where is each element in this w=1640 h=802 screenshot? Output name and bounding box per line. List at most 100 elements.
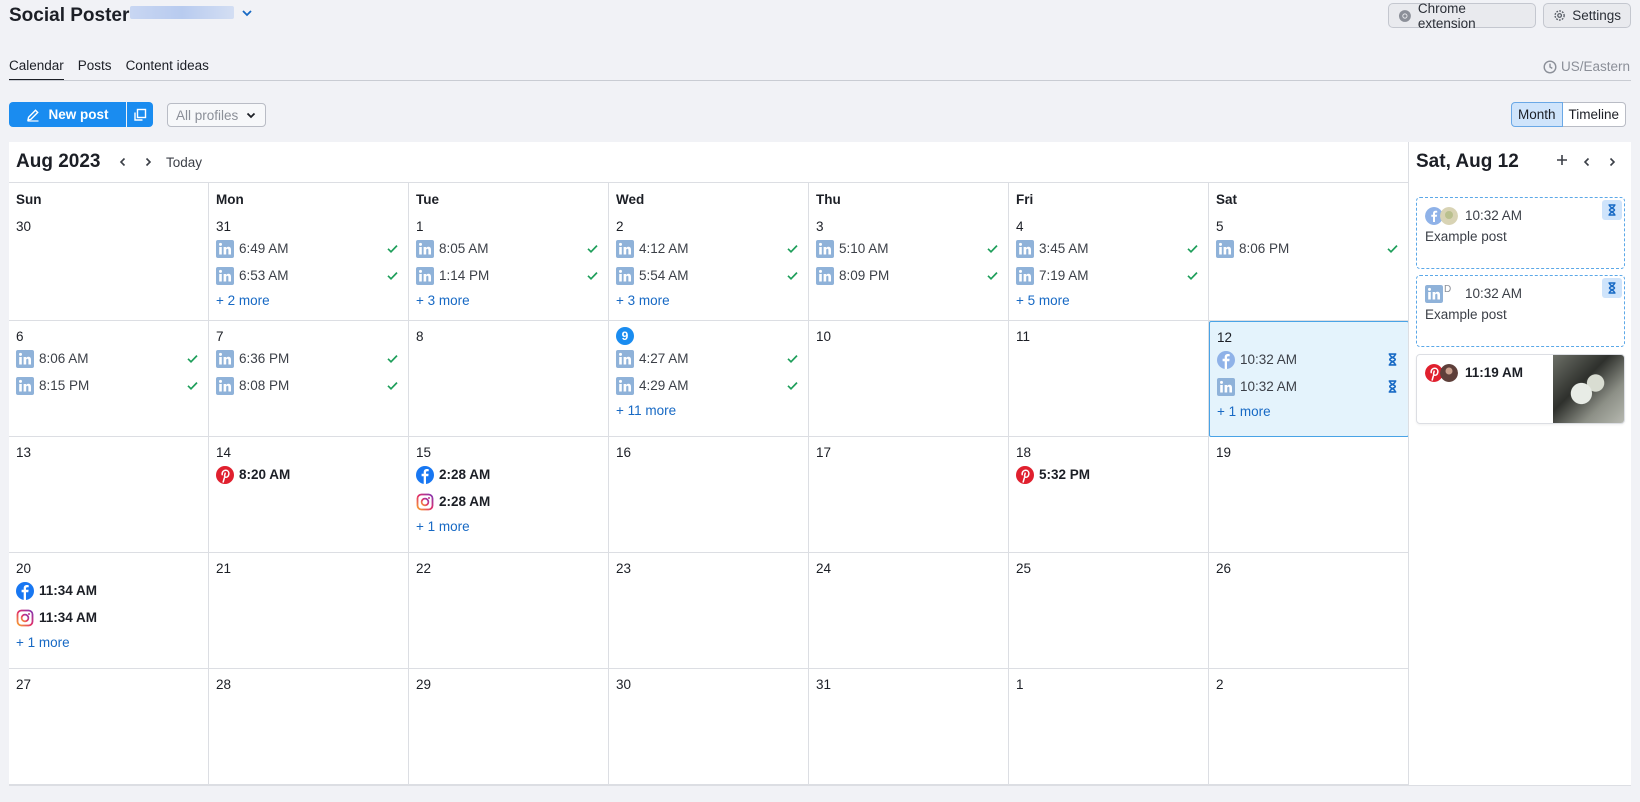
day-cell[interactable]: 25	[1009, 553, 1209, 669]
day-cell[interactable]: 20 11:34 AM 11:34 AM + 1 more	[9, 553, 209, 669]
plus-icon[interactable]	[1555, 153, 1569, 167]
chrome-extension-button[interactable]: Chrome extension	[1388, 1, 1536, 31]
day-cell[interactable]: 13	[9, 437, 209, 553]
project-selector[interactable]	[130, 6, 234, 19]
chevron-left-icon[interactable]	[117, 156, 129, 168]
calendar-post[interactable]: 7:19 AM	[1016, 262, 1201, 289]
day-cell[interactable]: Mon 31 6:49 AM 6:53 AM + 2 more	[209, 183, 409, 321]
day-cell[interactable]: 21	[209, 553, 409, 669]
pinterest-icon	[216, 465, 234, 484]
day-cell[interactable]: Thu 3 5:10 AM 8:09 PM	[809, 183, 1009, 321]
more-posts-link[interactable]: + 1 more	[1217, 400, 1401, 422]
day-cell[interactable]: 18 5:32 PM	[1009, 437, 1209, 553]
day-cell[interactable]: 26	[1209, 553, 1409, 669]
calendar-post[interactable]: 5:54 AM	[616, 262, 801, 289]
day-cell[interactable]: 15 2:28 AM 2:28 AM + 1 more	[409, 437, 609, 553]
day-cell[interactable]: 28	[209, 669, 409, 785]
tab-content-ideas[interactable]: Content ideas	[126, 58, 209, 81]
settings-button[interactable]: Settings	[1543, 3, 1631, 28]
calendar-post[interactable]: 3:45 AM	[1016, 235, 1201, 262]
calendar-post[interactable]: 6:49 AM	[216, 235, 401, 262]
more-posts-link[interactable]: + 1 more	[416, 515, 601, 537]
calendar-post[interactable]: 5:10 AM	[816, 235, 1001, 262]
more-posts-link[interactable]: + 5 more	[1016, 289, 1201, 311]
day-cell[interactable]: 30	[609, 669, 809, 785]
day-cell[interactable]: Tue 1 8:05 AM 1:14 PM + 3 more	[409, 183, 609, 321]
day-number-text: 4	[1016, 218, 1024, 234]
view-timeline-button[interactable]: Timeline	[1562, 102, 1627, 127]
view-month-button[interactable]: Month	[1511, 102, 1563, 127]
calendar-post[interactable]: 8:06 PM	[1216, 235, 1401, 262]
chevron-left-icon[interactable]	[1581, 156, 1593, 168]
day-cell[interactable]: 16	[609, 437, 809, 553]
calendar-header: Aug 2023 Today	[9, 142, 1408, 183]
more-posts-link[interactable]: + 3 more	[616, 289, 801, 311]
chevron-right-icon[interactable]	[142, 156, 154, 168]
day-cell[interactable]: Sun 30	[9, 183, 209, 321]
calendar-post[interactable]: 1:14 PM	[416, 262, 601, 289]
profile-letter-badge: D	[1444, 284, 1452, 295]
calendar-post[interactable]: 8:05 AM	[416, 235, 601, 262]
calendar-post[interactable]: 8:15 PM	[16, 372, 201, 399]
day-cell[interactable]: 9 4:27 AM 4:29 AM + 11 more	[609, 321, 809, 437]
calendar-post[interactable]: 8:20 AM	[216, 461, 401, 488]
calendar-post[interactable]: 11:34 AM	[16, 604, 201, 631]
day-cell[interactable]: 8	[409, 321, 609, 437]
day-cell[interactable]: Wed 2 4:12 AM 5:54 AM + 3 more	[609, 183, 809, 321]
calendar-post[interactable]: 4:29 AM	[616, 372, 801, 399]
calendar-post[interactable]: 11:34 AM	[16, 577, 201, 604]
day-cell[interactable]: 10	[809, 321, 1009, 437]
day-cell[interactable]: 27	[9, 669, 209, 785]
calendar-post[interactable]: 2:28 AM	[416, 488, 601, 515]
tab-calendar[interactable]: Calendar	[9, 58, 64, 81]
calendar-post[interactable]: 4:27 AM	[616, 345, 801, 372]
calendar-post[interactable]: 10:32 AM	[1217, 373, 1401, 400]
day-cell[interactable]: 31	[809, 669, 1009, 785]
more-posts-link[interactable]: + 1 more	[16, 631, 201, 653]
day-cell[interactable]: Fri 4 3:45 AM 7:19 AM + 5 more	[1009, 183, 1209, 321]
calendar-post[interactable]: 5:32 PM	[1016, 461, 1201, 488]
calendar-post[interactable]: 8:08 PM	[216, 372, 401, 399]
more-posts-link[interactable]: + 2 more	[216, 289, 401, 311]
new-post-button[interactable]: New post	[9, 102, 126, 127]
day-post-card[interactable]: 10:32 AM Example post	[1416, 197, 1625, 269]
linkedin-icon	[216, 266, 234, 285]
day-cell[interactable]: 14 8:20 AM	[209, 437, 409, 553]
day-number: 17	[816, 443, 1001, 461]
day-cell[interactable]: 24	[809, 553, 1009, 669]
calendar-post[interactable]: 8:09 PM	[816, 262, 1001, 289]
day-post-card[interactable]: 11:19 AM	[1416, 354, 1625, 424]
duplicate-post-button[interactable]	[127, 102, 153, 127]
day-post-card[interactable]: D 10:32 AM Example post	[1416, 275, 1625, 347]
tab-posts[interactable]: Posts	[78, 58, 112, 81]
chevron-down-icon[interactable]	[240, 6, 254, 20]
day-cell[interactable]: 7 6:36 PM 8:08 PM	[209, 321, 409, 437]
calendar-post[interactable]: 6:53 AM	[216, 262, 401, 289]
day-cell[interactable]: 12 10:32 AM 10:32 AM + 1 more	[1209, 321, 1409, 437]
day-cell[interactable]: Sat 5 8:06 PM	[1209, 183, 1409, 321]
check-icon	[987, 272, 998, 281]
timezone-indicator[interactable]: US/Eastern	[1543, 59, 1630, 74]
today-button[interactable]: Today	[166, 155, 202, 170]
day-cell[interactable]: 17	[809, 437, 1009, 553]
day-cell[interactable]: 1	[1009, 669, 1209, 785]
more-posts-link[interactable]: + 3 more	[416, 289, 601, 311]
calendar-post[interactable]: 4:12 AM	[616, 235, 801, 262]
calendar-post[interactable]: 2:28 AM	[416, 461, 601, 488]
calendar-post[interactable]: 10:32 AM	[1217, 346, 1401, 373]
more-posts-link[interactable]: + 11 more	[616, 399, 801, 421]
chevron-right-icon[interactable]	[1606, 156, 1618, 168]
day-cell[interactable]: 29	[409, 669, 609, 785]
day-cell[interactable]: 19	[1209, 437, 1409, 553]
calendar-post[interactable]: 8:06 AM	[16, 345, 201, 372]
calendar-post[interactable]: 6:36 PM	[216, 345, 401, 372]
post-time: 8:20 AM	[239, 467, 291, 482]
day-cell[interactable]: 11	[1009, 321, 1209, 437]
day-cell[interactable]: 22	[409, 553, 609, 669]
hourglass-icon	[1388, 380, 1397, 393]
day-cell[interactable]: 2	[1209, 669, 1409, 785]
profiles-select[interactable]: All profiles	[167, 103, 266, 127]
day-cell[interactable]: 6 8:06 AM 8:15 PM	[9, 321, 209, 437]
day-cell[interactable]: 23	[609, 553, 809, 669]
day-number: 13	[16, 443, 201, 461]
